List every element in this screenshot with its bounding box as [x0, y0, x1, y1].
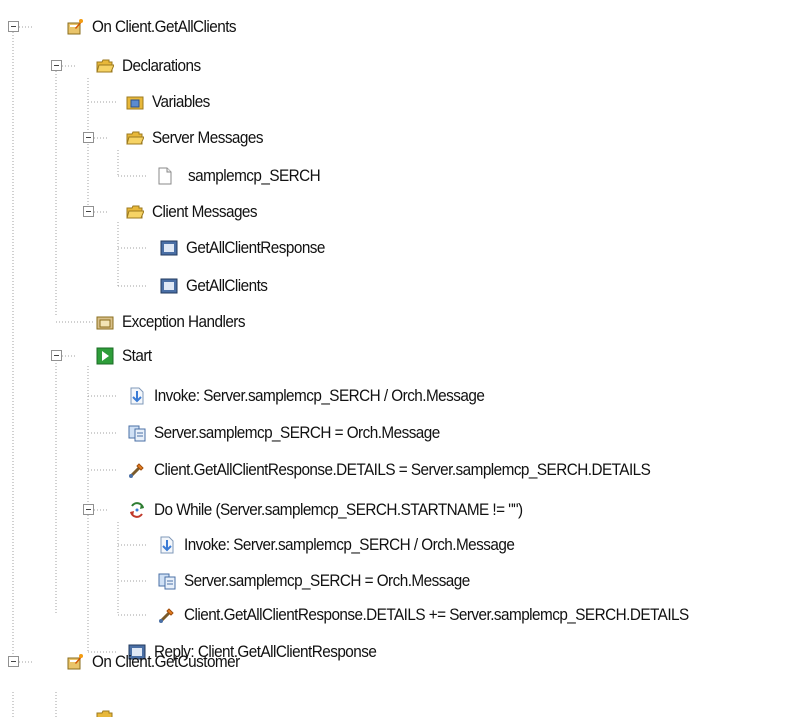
expander-on-client-getallclients[interactable]: [8, 21, 19, 32]
document-icon: [156, 167, 174, 185]
tree-node-label: Invoke: Server.samplemcp_SERCH / Orch.Me…: [154, 386, 485, 405]
tree-node-label: samplemcp_SERCH: [188, 166, 321, 185]
assign-icon: [158, 572, 176, 590]
tree-node-assign-2[interactable]: Server.samplemcp_SERCH = Orch.Message: [158, 564, 501, 598]
exception-folder-icon: [96, 313, 114, 331]
tree-node-on-client-getcustomer[interactable]: On Client.GetCustomer: [66, 645, 256, 679]
tree-node-label: Variables: [152, 92, 210, 111]
tree-node-exception-handlers[interactable]: Exception Handlers: [96, 305, 259, 339]
tree-node-label: Client.GetAllClientResponse.DETAILS = Se…: [154, 460, 651, 479]
transform-icon: [128, 461, 146, 479]
tree-node-declarations[interactable]: Declarations: [96, 49, 209, 83]
folder-open-icon: [96, 710, 113, 717]
message-icon: [160, 277, 178, 295]
tree-node-server-messages[interactable]: Server Messages: [126, 121, 275, 155]
tree-node-label: Exception Handlers: [122, 312, 246, 331]
tree-node-on-client-getallclients[interactable]: On Client.GetAllClients: [66, 10, 252, 44]
tree-node-partial: [96, 708, 136, 717]
operation-icon: [66, 653, 84, 671]
tree-node-label: Client.GetAllClientResponse.DETAILS += S…: [184, 605, 689, 624]
tree-node-assign-1[interactable]: Server.samplemcp_SERCH = Orch.Message: [128, 416, 471, 450]
invoke-icon: [158, 536, 176, 554]
tree-node-label: GetAllClientResponse: [186, 238, 325, 257]
tree-node-getallclients[interactable]: GetAllClients: [160, 269, 276, 303]
workflow-tree: On Client.GetAllClients Declarations Var…: [0, 0, 788, 717]
folder-open-icon: [126, 129, 144, 147]
variables-folder-icon: [126, 93, 144, 111]
tree-node-start[interactable]: Start: [96, 339, 155, 373]
expander-start[interactable]: [51, 350, 62, 361]
expander-do-while[interactable]: [83, 504, 94, 515]
tree-node-label: Declarations: [122, 56, 201, 75]
tree-node-label: Start: [122, 346, 152, 365]
tree-node-invoke-2[interactable]: Invoke: Server.samplemcp_SERCH / Orch.Me…: [158, 528, 551, 562]
start-icon: [96, 347, 114, 365]
tree-node-transform-1[interactable]: Client.GetAllClientResponse.DETAILS = Se…: [128, 453, 705, 487]
loop-icon: [128, 501, 146, 519]
expander-on-client-getcustomer[interactable]: [8, 656, 19, 667]
tree-node-samplemcp-serch[interactable]: samplemcp_SERCH: [156, 159, 335, 193]
operation-icon: [66, 18, 84, 36]
tree-node-label: On Client.GetCustomer: [92, 652, 240, 671]
tree-node-getallclientresponse[interactable]: GetAllClientResponse: [160, 231, 340, 265]
tree-node-variables[interactable]: Variables: [126, 85, 216, 119]
expander-server-messages[interactable]: [83, 132, 94, 143]
expander-client-messages[interactable]: [83, 206, 94, 217]
tree-node-do-while[interactable]: Do While (Server.samplemcp_SERCH.STARTNA…: [128, 493, 564, 527]
tree-node-label: Server.samplemcp_SERCH = Orch.Message: [154, 423, 440, 442]
folder-open-icon: [96, 57, 114, 75]
tree-node-label: Client Messages: [152, 202, 258, 221]
tree-node-invoke-1[interactable]: Invoke: Server.samplemcp_SERCH / Orch.Me…: [128, 379, 521, 413]
invoke-icon: [128, 387, 146, 405]
tree-node-label: Server.samplemcp_SERCH = Orch.Message: [184, 571, 470, 590]
expander-declarations[interactable]: [51, 60, 62, 71]
tree-node-label: Invoke: Server.samplemcp_SERCH / Orch.Me…: [184, 535, 515, 554]
message-icon: [160, 239, 178, 257]
tree-node-label: Server Messages: [152, 128, 263, 147]
transform-icon: [158, 606, 176, 624]
tree-node-label: On Client.GetAllClients: [92, 17, 237, 36]
tree-node-client-messages[interactable]: Client Messages: [126, 195, 269, 229]
folder-open-icon: [126, 203, 144, 221]
assign-icon: [128, 424, 146, 442]
tree-node-label: Do While (Server.samplemcp_SERCH.STARTNA…: [154, 500, 523, 519]
tree-node-transform-2[interactable]: Client.GetAllClientResponse.DETAILS += S…: [158, 598, 745, 632]
tree-node-label: GetAllClients: [186, 276, 268, 295]
